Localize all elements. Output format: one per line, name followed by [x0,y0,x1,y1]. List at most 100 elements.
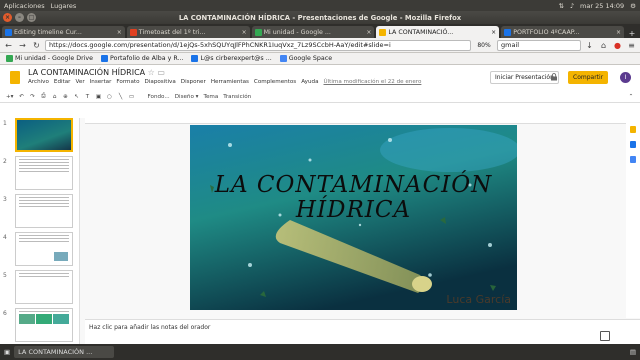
reload-icon[interactable]: ↻ [31,40,42,51]
taskbar-window-item[interactable]: LA CONTAMINACIÓN ... [14,346,115,358]
menu-insertar[interactable]: Insertar [90,79,112,85]
tab-strip: Editing timeline Cur... × Timetoast del 1… [0,24,640,38]
explore-icon[interactable] [600,331,610,341]
maximize-window-button[interactable]: □ [27,13,36,22]
slide-number: 4 [3,234,7,241]
new-slide-icon[interactable]: +▾ [6,94,14,100]
zoom-icon[interactable]: ⊕ [63,94,69,100]
menu-formato[interactable]: Formato [116,79,139,85]
browser-tab[interactable]: Mi unidad - Google ... × [251,26,375,38]
print-icon[interactable]: ⎙ [41,93,47,100]
bookmark-item[interactable]: L@s cirberexpert@s ... [191,55,272,62]
slide-thumbnail[interactable] [15,308,73,342]
menu-ayuda[interactable]: Ayuda [301,79,318,85]
slide-thumbnail[interactable] [15,118,73,152]
minimize-window-button[interactable]: – [15,13,24,22]
collapse-toolbar-icon[interactable]: ⌃ [628,94,634,100]
bookmark-label: Portafolio de Alba y R... [110,55,184,62]
home-icon[interactable]: ⌂ [598,40,609,51]
adblock-icon[interactable]: ● [612,40,623,51]
last-edit-link[interactable]: Última modificación el 22 de enero [324,79,422,85]
keep-icon[interactable] [630,126,636,133]
slides-header: LA CONTAMINACIÓN HÍDRICA ☆ ▭ Archivo Edi… [0,65,640,91]
menu-herramientas[interactable]: Herramientas [211,79,249,85]
star-icon[interactable]: ☆ [148,68,155,77]
avatar[interactable]: I [620,72,631,83]
layout-button[interactable]: Diseño ▾ [175,94,199,100]
back-icon[interactable]: ← [3,40,14,51]
undo-icon[interactable]: ↶ [19,94,25,100]
image-icon[interactable]: ▣ [96,94,102,100]
browser-tab-active[interactable]: LA CONTAMINACIÓ... × [376,26,500,38]
slide-thumbnail[interactable] [15,270,73,304]
background-button[interactable]: Fondo... [148,94,170,100]
bookmark-item[interactable]: Google Space [279,55,332,62]
apps-menu[interactable]: Aplicaciones [4,2,45,10]
line-icon[interactable]: ╲ [118,94,124,100]
slide-thumbnail[interactable] [15,194,73,228]
close-tab-icon[interactable]: × [242,29,247,36]
textbox-icon[interactable]: T [85,94,91,100]
share-button[interactable]: Compartir [568,71,609,84]
folder-icon[interactable]: ▭ [157,68,165,77]
transition-button[interactable]: Transición [223,94,251,100]
lock-icon [551,73,557,81]
menu-editar[interactable]: Editar [54,79,71,85]
power-icon[interactable]: ⚙ [630,2,636,10]
url-input[interactable]: https://docs.google.com/presentation/d/1… [45,39,471,51]
bookmark-item[interactable]: Mi unidad - Google Drive [6,55,93,62]
downloads-icon[interactable]: ↓ [584,40,595,51]
thumbnail-image [19,314,35,324]
tasks-icon[interactable] [630,156,636,163]
network-icon[interactable]: ⇅ [558,2,563,10]
present-button[interactable]: Iniciar Presentación [490,71,559,84]
slides-logo-icon[interactable] [10,71,20,84]
thumbnail-image [17,120,71,150]
theme-button[interactable]: Tema [203,94,218,100]
main-slide[interactable]: LA CONTAMINACIÓN HÍDRICA Luca García [190,125,517,310]
paint-format-icon[interactable]: ⌂ [52,94,58,100]
forward-icon[interactable]: → [17,40,28,51]
bookmark-item[interactable]: Portafolio de Alba y R... [101,55,183,62]
document-title-text[interactable]: LA CONTAMINACIÓN HÍDRICA [28,68,145,77]
redo-icon[interactable]: ↷ [30,94,36,100]
clock[interactable]: mar 25 14:09 [580,2,624,10]
tab-favicon-icon [5,28,12,36]
slide-author[interactable]: Luca García [446,293,511,306]
browser-tab[interactable]: Editing timeline Cur... × [2,26,125,38]
zoom-level[interactable]: 80% [474,42,494,49]
close-tab-icon[interactable]: × [117,29,122,36]
speaker-notes[interactable]: Haz clic para añadir las notas del orado… [85,319,640,344]
close-tab-icon[interactable]: × [491,29,496,36]
tab-label: LA CONTAMINACIÓ... [388,28,454,36]
browser-tab[interactable]: Timetoast del 1º tri... × [126,26,250,38]
menu-diapositiva[interactable]: Diapositiva [145,79,176,85]
comment-icon[interactable]: ▭ [129,94,135,100]
trash-icon[interactable]: ▤ [630,348,636,356]
slide-title[interactable]: LA CONTAMINACIÓN HÍDRICA [190,173,517,223]
menu-archivo[interactable]: Archivo [28,79,49,85]
slide-number: 3 [3,196,7,203]
close-window-button[interactable]: × [3,13,12,22]
slide-thumbnail[interactable] [15,232,73,266]
calendar-icon[interactable] [630,141,636,148]
tab-favicon-icon [254,28,262,36]
menu-icon[interactable]: ≡ [626,40,637,51]
search-input[interactable]: gmail [497,39,581,51]
close-tab-icon[interactable]: × [366,29,371,36]
places-menu[interactable]: Lugares [51,2,77,10]
select-icon[interactable]: ↖ [74,94,80,100]
show-desktop-icon[interactable]: ▣ [4,348,10,356]
menu-disponer[interactable]: Disponer [181,79,206,85]
volume-icon[interactable]: ♪ [570,2,574,10]
menu-complementos[interactable]: Complementos [254,79,296,85]
menu-ver[interactable]: Ver [75,79,84,85]
slide-thumbnail[interactable] [15,156,73,190]
close-tab-icon[interactable]: × [616,29,621,36]
slide-number: 6 [3,310,7,317]
thumbnail-image [53,314,69,324]
document-title[interactable]: LA CONTAMINACIÓN HÍDRICA ☆ ▭ [28,68,165,77]
new-tab-button[interactable]: + [626,29,638,38]
shape-icon[interactable]: ○ [107,94,113,100]
browser-tab[interactable]: PORTFOLIO 4ºCAAP... × [501,26,624,38]
